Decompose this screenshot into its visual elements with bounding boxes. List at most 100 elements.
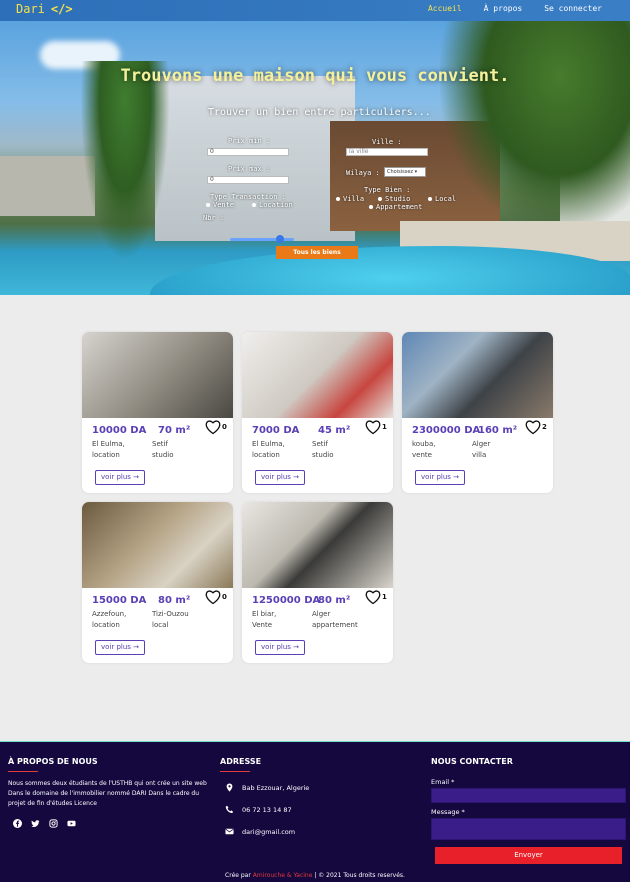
property-city: El Eulma,: [92, 440, 125, 448]
tous-les-biens-button[interactable]: Tous les biens: [276, 246, 358, 259]
heart-icon[interactable]: [525, 420, 541, 435]
radio-dot-icon: [252, 203, 256, 207]
credit-prefix: Crée par: [225, 872, 253, 879]
property-surface: 45 m²: [318, 425, 351, 436]
like-count: 1: [382, 423, 387, 431]
property-city: Azzefoun,: [92, 610, 127, 618]
like-count: 2: [542, 423, 547, 431]
hero-palm-left: [80, 61, 170, 261]
nav-link-a-propos[interactable]: À propos: [484, 4, 523, 13]
prix-max-input[interactable]: 0: [207, 176, 289, 184]
property-type: villa: [472, 451, 487, 459]
property-transaction: location: [92, 451, 120, 459]
instagram-icon[interactable]: [49, 819, 58, 828]
hero-subtitle: Trouver un bien entre particuliers...: [208, 107, 431, 118]
envoyer-button[interactable]: Envoyer: [435, 847, 622, 864]
contact-email-input[interactable]: [431, 788, 626, 803]
radio-appartement-label: Appartement: [376, 203, 423, 211]
property-wilaya: Alger: [312, 610, 331, 618]
voir-plus-button[interactable]: voir plus →: [95, 470, 146, 485]
brand-name: Dari: [16, 2, 45, 16]
property-city: El Eulma,: [252, 440, 285, 448]
about-divider: [8, 771, 38, 772]
radio-studio[interactable]: Studio: [378, 195, 410, 203]
address-title: ADRESSE: [220, 757, 262, 766]
radio-vente-label: Vente: [213, 201, 235, 209]
voir-plus-button[interactable]: voir plus →: [255, 470, 306, 485]
voir-plus-button[interactable]: voir plus →: [255, 640, 306, 655]
radio-dot-icon: [369, 205, 373, 209]
property-image[interactable]: [402, 332, 553, 418]
property-image[interactable]: [82, 502, 233, 588]
property-price: 2300000 DA: [412, 425, 481, 436]
property-image[interactable]: [82, 332, 233, 418]
property-price: 1250000 DA: [252, 595, 321, 606]
ville-label: Ville :: [372, 138, 402, 146]
navbar: Dari </> Accueil À propos Se connecter: [0, 0, 630, 21]
wilaya-select[interactable]: Choisissez ▾: [384, 167, 426, 177]
code-icon: </>: [50, 2, 73, 16]
nbr-slider-knob[interactable]: [276, 235, 284, 243]
property-wilaya: Setif: [152, 440, 168, 448]
prix-min-input[interactable]: 0: [207, 148, 289, 156]
property-surface: 80 m²: [318, 595, 351, 606]
radio-villa-label: Villa: [343, 195, 365, 203]
type-transaction-label: Type Transaction :: [210, 193, 286, 201]
property-type: local: [152, 621, 169, 629]
radio-dot-icon: [336, 197, 340, 201]
contact-message-input[interactable]: [431, 818, 626, 840]
email-text[interactable]: dari@gmail.com: [242, 828, 295, 836]
property-price: 10000 DA: [92, 425, 147, 436]
envelope-icon: [225, 828, 234, 835]
radio-local-label: Local: [435, 195, 457, 203]
email-row: dari@gmail.com: [225, 827, 295, 836]
about-title: À PROPOS DE NOUS: [8, 757, 98, 766]
nav-link-se-connecter[interactable]: Se connecter: [544, 4, 602, 13]
like-count: 0: [222, 593, 227, 601]
property-wilaya: Setif: [312, 440, 328, 448]
voir-plus-button[interactable]: voir plus →: [415, 470, 466, 485]
type-bien-label: Type Bien :: [364, 186, 411, 194]
property-type: appartement: [312, 621, 358, 629]
voir-plus-button[interactable]: voir plus →: [95, 640, 146, 655]
radio-location-label: Location: [259, 201, 293, 209]
nav-link-accueil[interactable]: Accueil: [428, 4, 462, 13]
hero-palm-right: [440, 21, 630, 231]
youtube-icon[interactable]: [67, 819, 76, 828]
radio-dot-icon: [428, 197, 432, 201]
radio-villa[interactable]: Villa: [336, 195, 364, 203]
radio-local[interactable]: Local: [428, 195, 456, 203]
heart-icon[interactable]: [205, 590, 221, 605]
ville-input[interactable]: la ville: [346, 148, 428, 156]
heart-icon[interactable]: [205, 420, 221, 435]
property-card: 7000 DA 45 m² 1 El Eulma, location Setif s…: [242, 332, 393, 493]
hero-banner: Trouvons une maison qui vous convient. T…: [0, 21, 630, 295]
radio-vente[interactable]: Vente: [206, 201, 234, 209]
property-image[interactable]: [242, 332, 393, 418]
address-text: Bab Ezzouar, Algerie: [242, 783, 310, 792]
radio-location[interactable]: Location: [252, 201, 293, 209]
property-wilaya: Alger: [472, 440, 491, 448]
twitter-icon[interactable]: [31, 819, 40, 828]
heart-icon[interactable]: [365, 590, 381, 605]
property-price: 15000 DA: [92, 595, 147, 606]
like-count: 0: [222, 423, 227, 431]
address-row: Bab Ezzouar, Algerie: [225, 783, 309, 792]
facebook-icon[interactable]: [13, 819, 22, 828]
prix-max-label: Prix max :: [228, 165, 271, 173]
about-text: Nous sommes deux étudiants de l'USTHB qu…: [8, 780, 207, 807]
property-city: El biar,: [252, 610, 277, 618]
radio-appartement[interactable]: Appartement: [369, 203, 422, 211]
prix-min-label: Prix min :: [228, 137, 271, 145]
radio-dot-icon: [206, 203, 210, 207]
nbr-label: Nbr :: [203, 214, 225, 222]
property-transaction: vente: [412, 451, 432, 459]
credit-authors[interactable]: Amirouche & Yacine: [253, 872, 313, 879]
property-image[interactable]: [242, 502, 393, 588]
hero-house: [155, 76, 355, 241]
brand-logo[interactable]: Dari </>: [16, 2, 73, 16]
heart-icon[interactable]: [365, 420, 381, 435]
nbr-slider-track[interactable]: [230, 238, 294, 241]
phone-row: 06 72 13 14 87: [225, 805, 292, 814]
property-type: studio: [152, 451, 174, 459]
